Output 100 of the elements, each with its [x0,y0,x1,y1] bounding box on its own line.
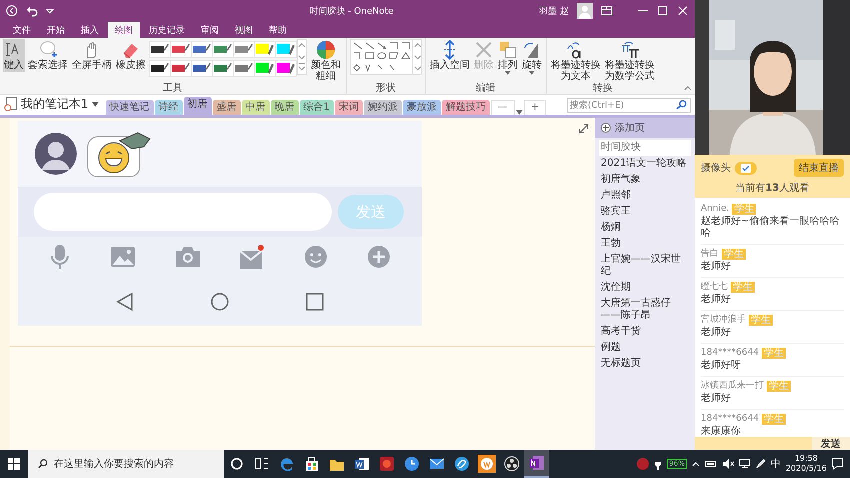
page-item[interactable]: 卢照邻 [595,188,695,204]
tool-button[interactable]: 套索选择 [27,39,69,72]
menu-tab[interactable]: 绘图 [108,22,140,38]
section-tab[interactable]: 综合1 [300,100,334,115]
tool-button[interactable]: 键入 [3,39,25,72]
app-icon [478,455,496,473]
section-tab[interactable]: 豪放派 [403,100,442,115]
user-name: 告白 [701,248,719,260]
menu-tab[interactable]: 文件 [6,22,38,38]
ribbon-button[interactable]: 插入空间 [429,39,471,72]
end-live-button[interactable]: 结束直播 [794,159,844,177]
search-field[interactable]: 搜索(Ctrl+E) [567,98,691,112]
role-badge: 学生 [731,282,755,292]
ribbon-display-icon[interactable] [601,6,613,16]
pen-button[interactable] [149,60,171,77]
highlighter-button[interactable] [254,60,276,77]
camera-label: 摄像头 [701,162,731,175]
section-tab[interactable]: 中唐 [242,100,270,115]
home-icon [210,292,230,312]
network-icon[interactable] [738,459,751,469]
page-item[interactable]: 杨炯 [595,220,695,236]
chat-message: 老师好 [701,294,732,306]
add-page-button[interactable]: 添加页 [595,118,695,138]
convert-button[interactable]: 将墨迹转换为数学公式 [604,39,656,83]
dropdown-icon [505,71,511,75]
highlighter-button[interactable] [275,41,297,58]
collapse-ribbon-icon[interactable] [684,85,692,91]
user-name: 羽墨 赵 [539,6,569,18]
tool-button[interactable]: 橡皮擦 [115,39,147,72]
section-tab[interactable]: 初唐 [184,97,212,115]
color-wheel-icon [316,40,336,60]
page-item[interactable]: 上官婉——汉宋世纪 [595,252,695,280]
ribbon-button[interactable]: 排列 [497,39,519,76]
customize-icon[interactable] [46,7,54,15]
pen-button[interactable] [149,41,171,58]
convert-button[interactable]: 将墨迹转换为文本 [550,39,602,83]
page-item[interactable]: 大唐第一古惑仔——陈子昂 [595,296,695,324]
notebook-selector[interactable]: 我的笔记本1 [4,96,105,114]
menu-tab[interactable]: 历史记录 [142,22,192,38]
taskbar-search-field[interactable]: 在这里输入你要搜索的内容 [28,450,224,478]
menu-tab[interactable]: 审阅 [194,22,226,38]
menu-tab[interactable]: 开始 [40,22,72,38]
pen-button[interactable] [191,60,213,77]
send-button[interactable]: 发送 [812,437,850,450]
gallery-scroll-icon[interactable] [297,39,307,75]
section-tab[interactable]: 宋词 [335,100,364,115]
highlighter-button[interactable] [275,60,297,77]
color-and-thickness-button[interactable]: 颜色和粗细 [309,39,343,83]
close-icon[interactable] [677,6,689,16]
page-item[interactable]: 沈佺期 [595,280,695,296]
pen-icon[interactable] [756,459,766,469]
search-placeholder: 搜索(Ctrl+E) [570,100,626,112]
page-item[interactable]: 无标题页 [595,356,695,372]
tool-button[interactable]: 全屏手柄 [71,39,113,72]
section-tab[interactable]: 晚唐 [270,100,299,115]
section-list-button[interactable]: — [491,100,516,115]
battery-icon[interactable] [704,460,717,468]
input-method-indicator[interactable]: 中 [770,457,781,471]
maximize-icon[interactable] [657,6,669,16]
page-item[interactable]: 骆宾王 [595,204,695,220]
pi-icon [620,40,640,60]
chat-input-bar[interactable]: 发送 [695,437,850,450]
avatar-icon [34,132,78,176]
expand-icon[interactable] [579,124,589,134]
add-section-tab[interactable]: + [524,100,546,115]
dropdown-icon [529,71,535,75]
ribbon-button[interactable]: 旋转 [521,39,543,76]
menu-tab[interactable]: 插入 [74,22,106,38]
section-tab[interactable]: 快速笔记 [106,100,154,115]
highlighter-button[interactable] [254,41,276,58]
chat-message: 老师好 [701,261,732,273]
section-tab[interactable]: 诗经 [154,100,183,115]
undo-icon[interactable] [26,5,38,17]
volume-icon[interactable] [722,459,734,469]
clock[interactable]: 19:58 2020/5/16 [786,454,827,474]
page-item[interactable]: 王勃 [595,236,695,252]
group-label: 工具 [162,83,184,94]
chevron-up-icon[interactable] [692,461,700,467]
group-label: 编辑 [475,83,497,94]
search-icon [676,100,688,110]
page-item[interactable]: 2021语文一轮攻略 [595,156,695,172]
role-badge: 学生 [749,314,773,326]
page-item[interactable]: 高考干货 [595,324,695,340]
taskbar-app-button[interactable] [524,450,549,478]
menu-tab[interactable]: 帮助 [262,22,294,38]
section-tab[interactable]: 盛唐 [212,100,241,115]
section-tab[interactable]: 解题技巧 [442,100,490,115]
page-item[interactable]: 初唐气象 [595,172,695,188]
role-badge: 学生 [732,204,756,214]
camera-toggle[interactable]: 摄像头 [701,161,757,175]
notification-icon[interactable] [832,458,844,470]
back-icon[interactable] [6,5,18,17]
viewer-count: 当前有13人观看 [734,182,810,195]
page-item[interactable]: 例题 [595,340,695,356]
menu-tab[interactable]: 视图 [228,22,260,38]
camera-checkbox[interactable] [735,162,757,174]
page-item[interactable]: 时间胶块 [599,140,691,156]
emoji-icon [304,245,328,269]
section-tab[interactable]: 婉约派 [364,100,402,115]
add-icon [366,245,391,269]
